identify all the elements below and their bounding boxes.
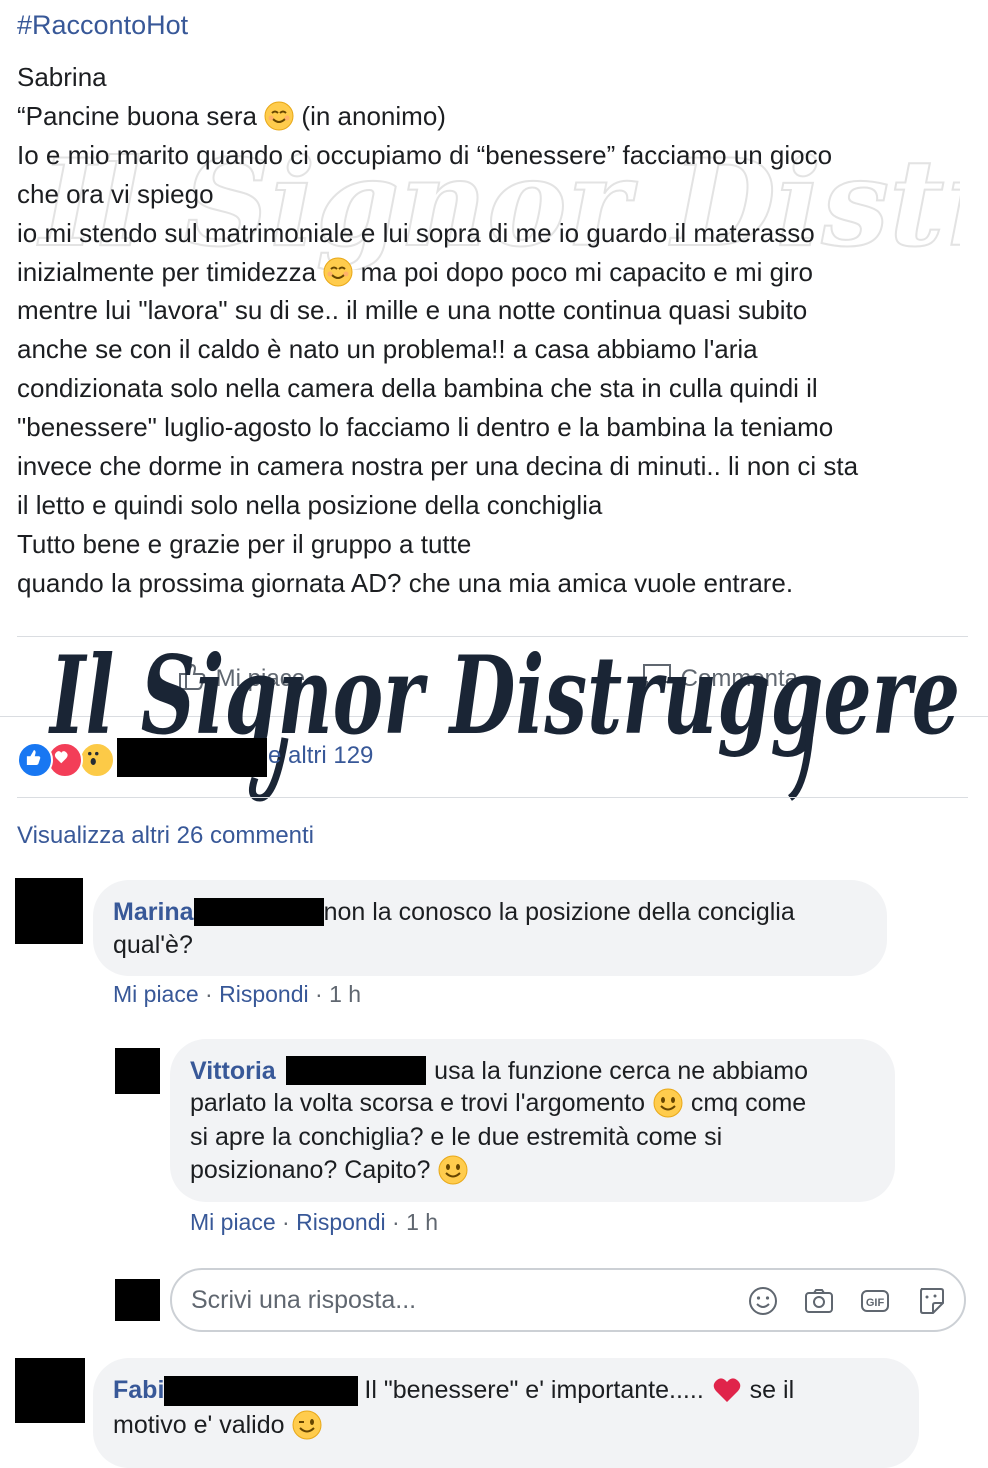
camera-icon[interactable] — [803, 1285, 835, 1317]
heart-emoji-icon — [713, 1378, 740, 1402]
like-icon — [17, 742, 53, 778]
comment-meta: Mi piace · Rispondi · 1 h — [113, 981, 362, 1007]
comment-text: si apre la conchiglia? e le due estremit… — [190, 1123, 723, 1151]
comment-like-link[interactable]: Mi piace — [190, 1209, 276, 1235]
smile-blush-emoji-icon — [264, 101, 294, 131]
post-line: io mi stendo sul matrimoniale e lui sopr… — [17, 217, 815, 248]
view-more-comments-link[interactable]: Visualizza altri 26 commenti — [17, 822, 314, 850]
comment-reply-link[interactable]: Rispondi — [296, 1209, 386, 1235]
smile-emoji-icon — [438, 1155, 468, 1185]
redaction-block — [194, 898, 324, 926]
comment-text: posizionano? Capito? — [190, 1154, 469, 1187]
avatar[interactable] — [115, 1048, 160, 1094]
post-line: invece che dorme in camera nostra per un… — [17, 451, 859, 482]
comment-button[interactable]: Commenta — [640, 659, 798, 693]
avatar[interactable] — [15, 1358, 85, 1423]
smiley-icon[interactable] — [747, 1285, 779, 1317]
comment-icon — [643, 664, 671, 691]
svg-text:GIF: GIF — [866, 1297, 885, 1309]
comment-time[interactable]: 1 h — [329, 981, 361, 1007]
comment-like-link[interactable]: Mi piace — [113, 981, 199, 1007]
divider — [17, 797, 968, 798]
comment-text: motivo e' valido — [113, 1409, 323, 1442]
comment-text: parlato la volta scorsa e trovi l'argome… — [190, 1088, 807, 1118]
post-line: "benessere" luglio-agosto lo facciamo li… — [17, 412, 834, 443]
post-body: Sabrina “Pancine buona sera (in anonimo)… — [17, 58, 972, 603]
post-line: Io e mio marito quando ci occupiamo di “… — [17, 139, 833, 170]
comment-author[interactable]: Marina — [113, 898, 194, 926]
post-line: anche se con il caldo è nato un problema… — [17, 334, 758, 365]
post-line: condizionata solo nella camera della bam… — [17, 373, 818, 404]
smile-emoji-icon — [653, 1088, 683, 1118]
comment-meta: Mi piace · Rispondi · 1 h — [190, 1209, 439, 1235]
redaction-block — [117, 738, 267, 777]
divider — [17, 636, 968, 637]
reaction-count[interactable]: e altri 129 — [268, 742, 373, 770]
post-line: quando la prossima giornata AD? che una … — [17, 567, 794, 598]
reply-input[interactable]: Scrivi una risposta... GIF — [170, 1268, 966, 1332]
redaction-block — [286, 1056, 426, 1085]
comment-author[interactable]: Fabi — [113, 1376, 164, 1404]
sticker-icon[interactable] — [915, 1285, 947, 1317]
wink-emoji-icon — [292, 1410, 322, 1440]
gif-icon[interactable]: GIF — [859, 1285, 891, 1317]
avatar — [115, 1279, 160, 1321]
hashtag-link[interactable]: #RaccontoHot — [17, 10, 188, 41]
post-line: Sabrina — [17, 62, 107, 92]
thumbs-up-icon — [179, 663, 206, 690]
post-line: inizialmente per timidezza ma poi dopo p… — [17, 256, 813, 287]
divider — [0, 716, 988, 717]
post-line: che ora vi spiego — [17, 178, 214, 209]
redaction-block — [164, 1376, 358, 1406]
smile-blush-emoji-icon — [323, 257, 353, 287]
post-line: “Pancine buona sera (in anonimo) — [17, 100, 446, 131]
post-line: il letto e quindi solo nella posizione d… — [17, 489, 603, 520]
comment-text: qual'è? — [113, 931, 193, 959]
comment-author[interactable]: Vittoria — [190, 1057, 276, 1085]
avatar[interactable] — [15, 878, 83, 944]
post-line: Tutto bene e grazie per il gruppo a tutt… — [17, 528, 472, 559]
comment-reply-link[interactable]: Rispondi — [219, 981, 309, 1007]
watermark-logo: Il Signor Distruggere — [48, 633, 960, 802]
comment-text: Vittoria i usa la funzione cerca ne abbia… — [190, 1057, 809, 1085]
comment-time[interactable]: 1 h — [406, 1209, 438, 1235]
like-button[interactable]: Mi piace — [175, 659, 305, 693]
reply-placeholder: Scrivi una risposta... — [191, 1286, 417, 1314]
post-line: mentre lui "lavora" su di se.. il mille … — [17, 295, 808, 326]
wow-icon — [79, 742, 115, 778]
post-actions: Mi piace Commenta — [0, 655, 988, 705]
